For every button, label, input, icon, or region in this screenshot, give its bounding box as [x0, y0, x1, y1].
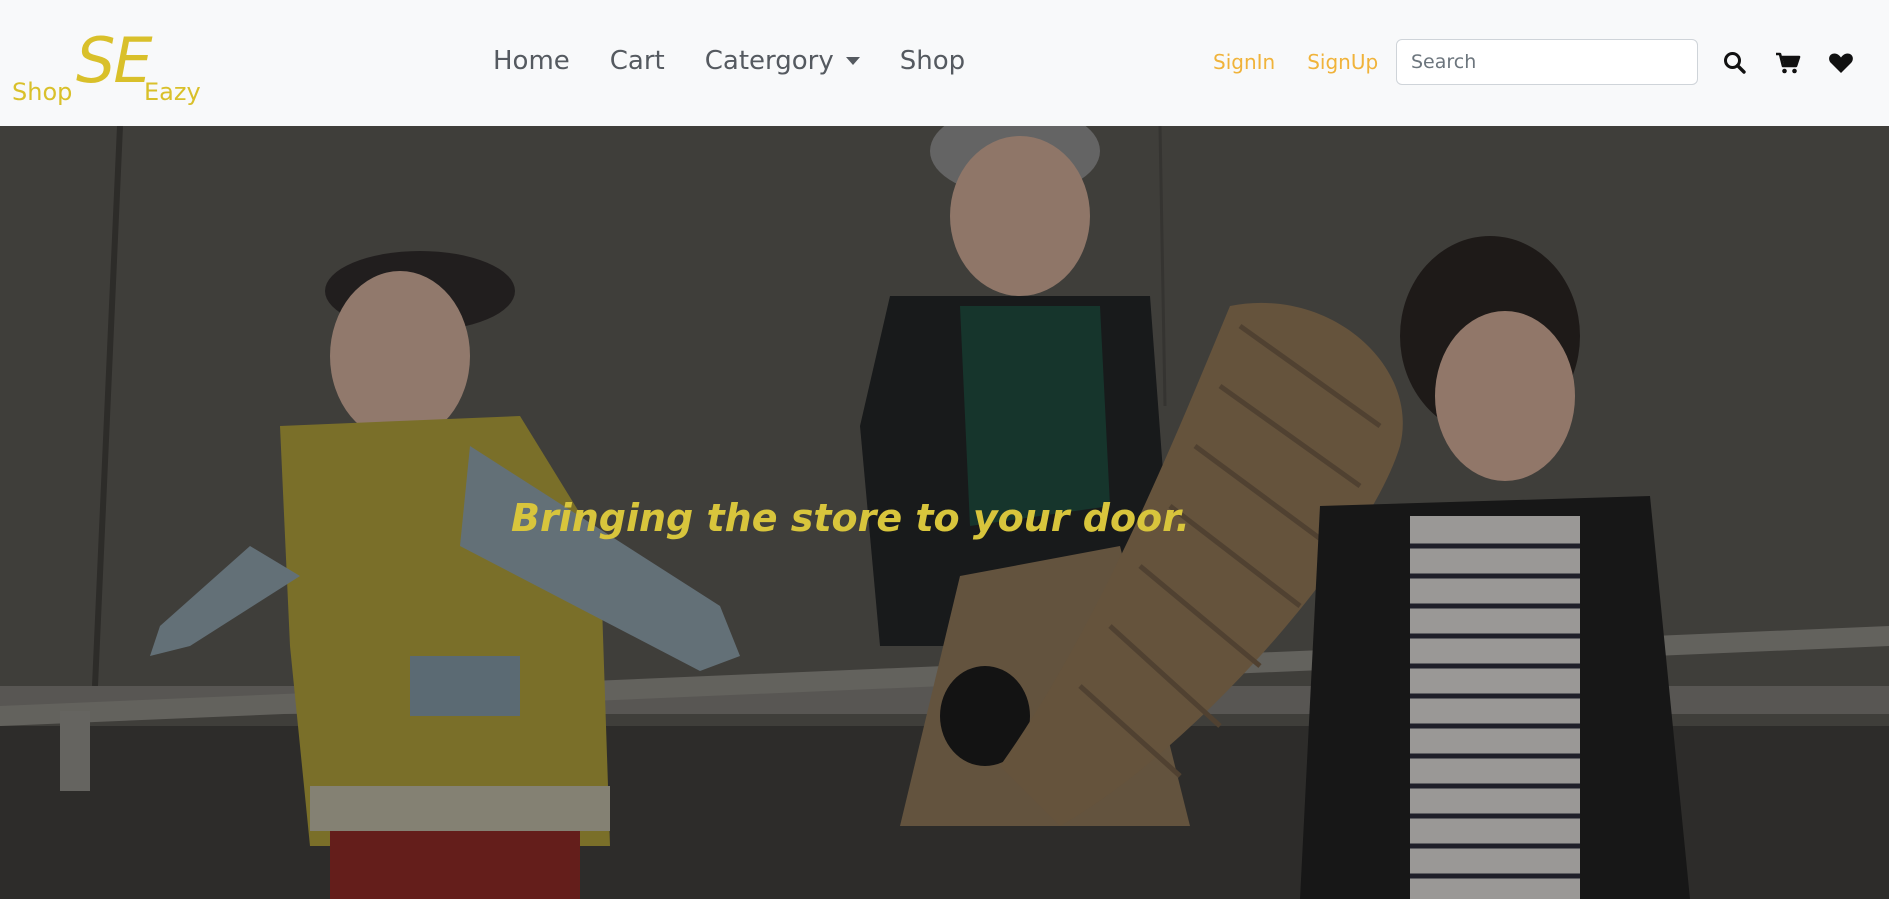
nav-cart-link[interactable]: Cart: [610, 46, 665, 76]
main-nav: Home Cart Catergory Shop: [493, 46, 1005, 76]
search-input[interactable]: [1396, 39, 1698, 85]
navbar: Shop SE Eazy Home Cart Catergory Shop Si…: [0, 0, 1889, 126]
search-icon[interactable]: [1720, 48, 1750, 78]
nav-home-link[interactable]: Home: [493, 46, 570, 76]
caret-down-icon: [845, 57, 860, 65]
auth-links: SignIn SignUp: [1213, 50, 1410, 74]
nav-shop-link[interactable]: Shop: [900, 46, 965, 76]
nav-category-label: Catergory: [704, 46, 834, 76]
heart-icon[interactable]: [1826, 48, 1856, 78]
signup-link[interactable]: SignUp: [1307, 50, 1378, 74]
brand-left-text: Shop: [12, 78, 73, 106]
signin-link[interactable]: SignIn: [1213, 50, 1275, 74]
brand-center-text: SE: [76, 24, 153, 97]
cart-icon[interactable]: [1773, 48, 1803, 78]
hero-banner: Bringing the store to your door.: [0, 126, 1889, 899]
brand-right-text: Eazy: [144, 78, 201, 106]
nav-category-dropdown[interactable]: Catergory: [705, 46, 860, 76]
hero-tagline: Bringing the store to your door.: [511, 496, 1190, 540]
